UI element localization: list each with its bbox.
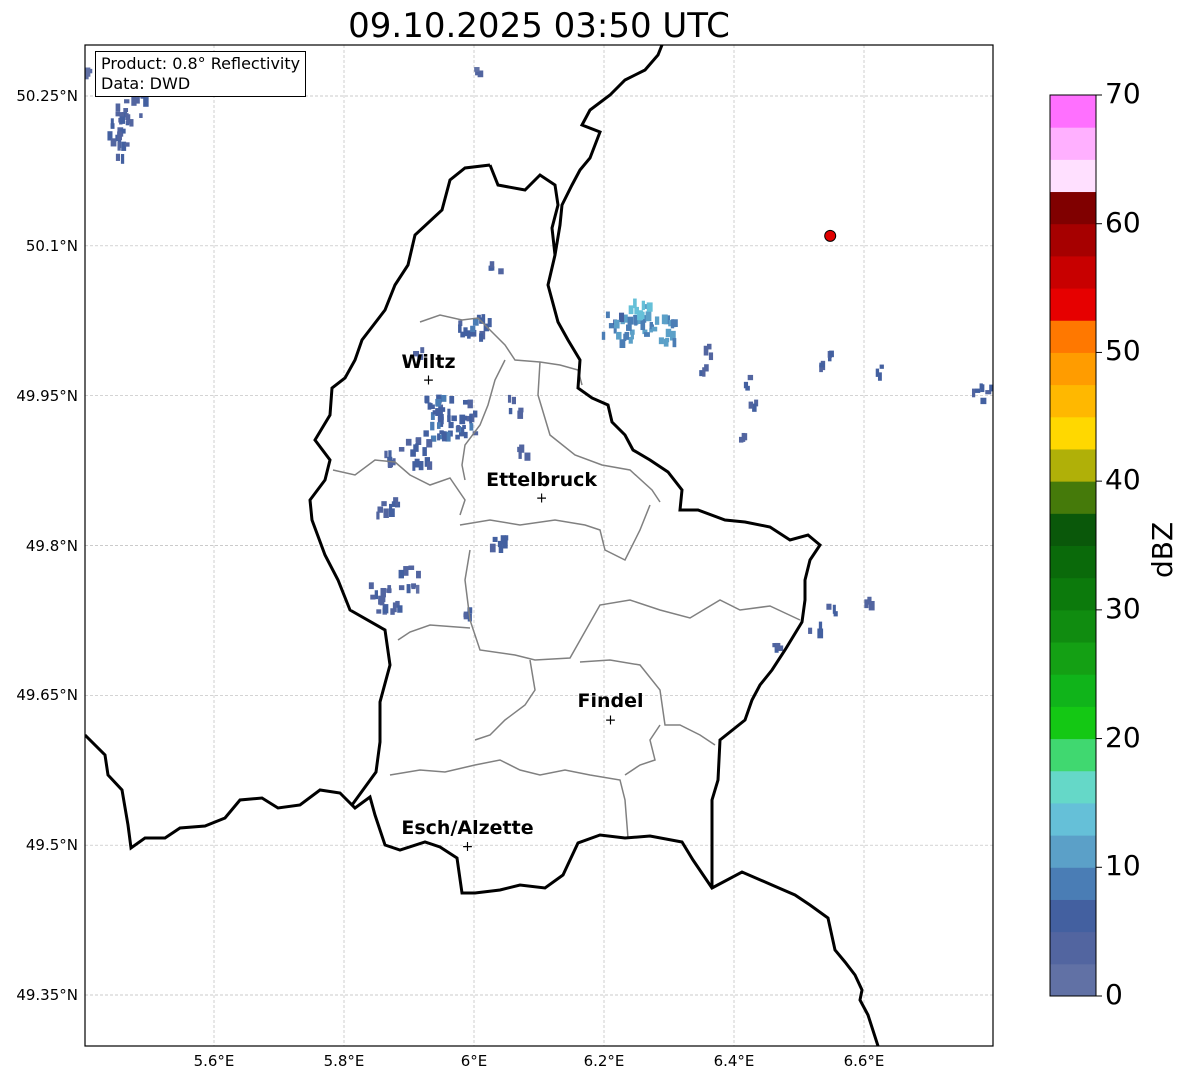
colorbar-segment-3: [1050, 867, 1096, 900]
colorbar-tick-label-5: 50: [1105, 334, 1141, 368]
colorbar-tick-label-4: 40: [1105, 463, 1141, 497]
colorbar-segment-18: [1050, 384, 1096, 418]
colorbar-tick-label-2: 20: [1105, 720, 1141, 754]
colorbar-segment-16: [1050, 448, 1096, 482]
colorbar-segment-0: [1050, 963, 1096, 997]
colorbar-segment-8: [1050, 706, 1096, 740]
colorbar-segment-20: [1050, 320, 1096, 353]
colorbar-segment-22: [1050, 255, 1096, 289]
colorbar-segment-15: [1050, 481, 1096, 514]
colorbar-segment-17: [1050, 416, 1096, 450]
colorbar-segment-11: [1050, 609, 1096, 643]
colorbar-tick-label-1: 10: [1105, 849, 1141, 883]
colorbar-segment-13: [1050, 545, 1096, 579]
colorbar-tick-label-0: 0: [1105, 978, 1123, 1011]
colorbar-segment-4: [1050, 835, 1096, 868]
colorbar-segment-26: [1050, 127, 1096, 160]
colorbar-segment-24: [1050, 191, 1096, 225]
colorbar-segment-14: [1050, 513, 1096, 546]
colorbar-segment-5: [1050, 802, 1096, 836]
colorbar-segment-19: [1050, 352, 1096, 386]
colorbar-segment-10: [1050, 642, 1096, 675]
colorbar-segment-9: [1050, 674, 1096, 707]
colorbar: [1049, 94, 1102, 997]
colorbar-segment-1: [1050, 931, 1096, 965]
colorbar-tick-label-7: 70: [1105, 77, 1141, 110]
colorbar-segment-7: [1050, 738, 1096, 772]
colorbar-segment-21: [1050, 288, 1096, 321]
colorbar-segment-6: [1050, 770, 1096, 804]
colorbar-segment-27: [1050, 95, 1096, 128]
colorbar-segment-12: [1050, 577, 1096, 611]
colorbar-tick-label-6: 60: [1105, 205, 1141, 239]
colorbar-segment-2: [1050, 899, 1096, 933]
colorbar-tick-label-3: 30: [1105, 591, 1141, 625]
colorbar-segment-23: [1050, 223, 1096, 257]
colorbar-segment-25: [1050, 159, 1096, 193]
colorbar-unit-label: dBZ: [1146, 521, 1179, 578]
